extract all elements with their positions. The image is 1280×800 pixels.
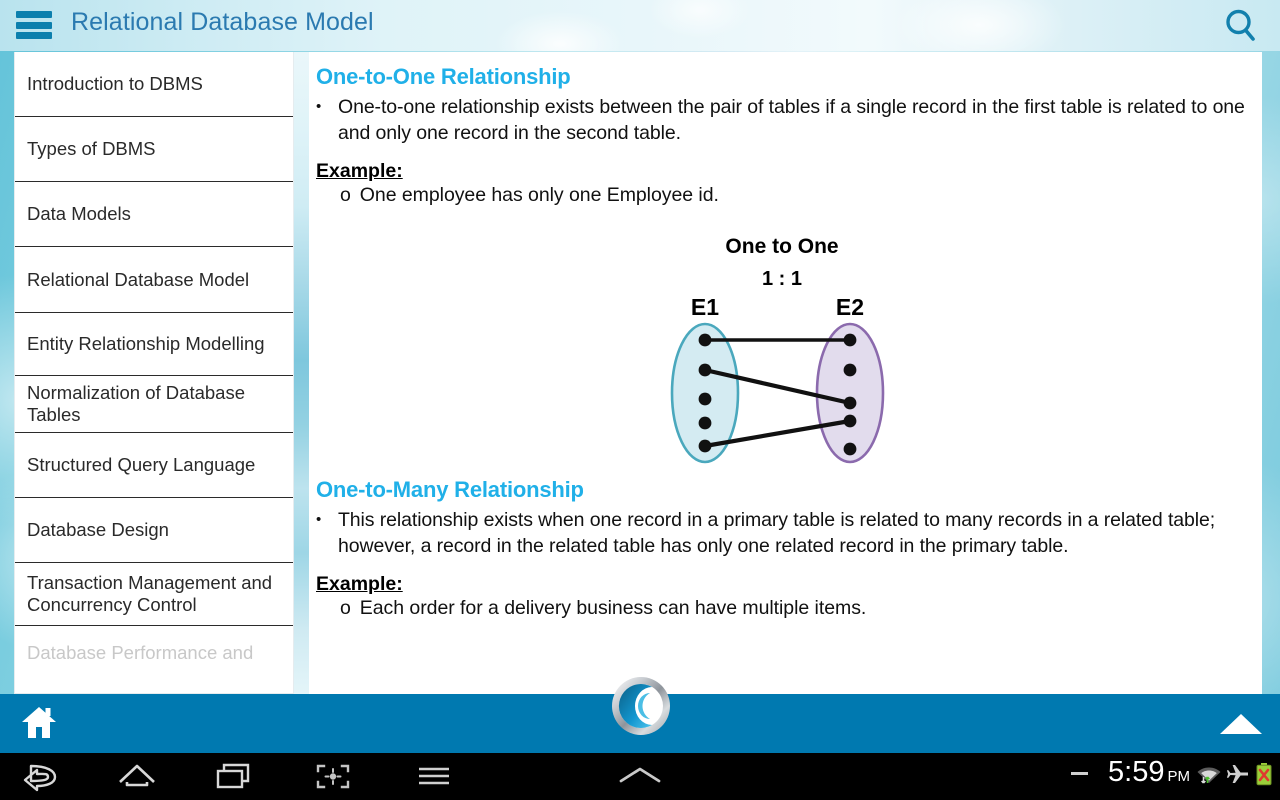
entity-e2-dot: [843, 442, 857, 456]
section-title-one-to-many: One-to-Many Relationship: [316, 476, 584, 502]
bullet-dot-icon: •: [316, 510, 322, 528]
hamburger-bar: [16, 11, 52, 18]
clock-time: 5:59: [1108, 756, 1165, 788]
sidebar-item-label: Types of DBMS: [27, 138, 156, 160]
hamburger-bar: [16, 32, 52, 39]
minus-icon: [1071, 772, 1088, 775]
entity-e1-dot: [698, 363, 712, 377]
sidebar-item-transaction-management-and-concurrency-control[interactable]: Transaction Management and Concurrency C…: [15, 563, 293, 626]
entity-e1-dot: [698, 333, 712, 347]
panel-divider: [294, 52, 309, 694]
home-icon[interactable]: [20, 705, 58, 740]
entity-e2-dot: [843, 363, 857, 377]
sidebar-item-label: Relational Database Model: [27, 268, 250, 290]
status-clock: 5:59 PM: [1108, 756, 1190, 789]
wifi-signal-icon: [1197, 767, 1221, 784]
app-header: Relational Database Model: [0, 0, 1280, 51]
sidebar-item-database-design[interactable]: Database Design: [15, 498, 293, 563]
section-bullet-one-to-many: • This relationship exists when one reco…: [316, 508, 1248, 560]
home-outline-icon[interactable]: [114, 758, 160, 793]
example-marker-icon: o: [340, 596, 351, 619]
sidebar-item-types-of-dbms[interactable]: Types of DBMS: [15, 117, 293, 182]
sidebar-item-normalization-of-database-tables[interactable]: Normalization of Database Tables: [15, 376, 293, 433]
hamburger-icon[interactable]: [16, 11, 52, 39]
airplane-mode-icon: [1226, 765, 1248, 783]
section-bullet-one-to-one: • One-to-one relationship exists between…: [316, 95, 1248, 147]
android-navigation-bar: 5:59 PM: [0, 751, 1280, 800]
sidebar-item-label: Database Design: [27, 519, 169, 541]
battery-error-icon: [1256, 763, 1272, 786]
entity-e1-dot: [698, 439, 712, 453]
diagram-ratio: 1 : 1: [762, 268, 802, 290]
sidebar-menu[interactable]: Introduction to DBMS Types of DBMS Data …: [14, 52, 294, 694]
example-item-one-to-many: o Each order for a delivery business can …: [340, 597, 1248, 620]
one-to-one-diagram: One to One 1 : 1 E1 E2: [316, 223, 1248, 473]
diagram-right-label: E2: [836, 294, 864, 320]
sidebar-item-label: Data Models: [27, 203, 131, 225]
example-label-one-to-many: Example:: [316, 572, 403, 595]
diagram-title: One to One: [725, 235, 838, 258]
sidebar-item-label: Normalization of Database Tables: [27, 382, 245, 425]
sidebar-item-label: Entity Relationship Modelling: [27, 333, 265, 355]
diagram-left-label: E1: [691, 294, 719, 320]
entity-e1-dot: [698, 392, 712, 406]
app-root: Relational Database Model Introduction t…: [0, 0, 1280, 800]
entity-e1-dot: [698, 416, 712, 430]
sidebar-item-structured-query-language[interactable]: Structured Query Language: [15, 433, 293, 498]
back-arrow-icon[interactable]: [17, 758, 63, 793]
bullet-text: This relationship exists when one record…: [338, 508, 1216, 557]
sidebar-item-label: Introduction to DBMS: [27, 73, 203, 95]
chevron-up-icon[interactable]: [615, 763, 665, 787]
brand-logo-icon[interactable]: [611, 676, 671, 736]
sidebar-item-introduction-to-dbms[interactable]: Introduction to DBMS: [15, 52, 293, 117]
page-title: Relational Database Model: [71, 8, 374, 36]
hamburger-bar: [16, 21, 52, 29]
entity-e2-dot: [843, 333, 857, 347]
sidebar-item-relational-database-model[interactable]: Relational Database Model: [15, 247, 293, 313]
sidebar-item-data-models[interactable]: Data Models: [15, 182, 293, 247]
sidebar-item-label: Structured Query Language: [27, 454, 256, 476]
section-title-one-to-one: One-to-One Relationship: [316, 64, 571, 89]
example-text: One employee has only one Employee id.: [359, 183, 719, 206]
content-panel: One-to-One Relationship • One-to-one rel…: [309, 52, 1262, 694]
bullet-dot-icon: •: [316, 98, 322, 115]
one-to-one-diagram-svg: One to One 1 : 1 E1 E2: [670, 235, 885, 464]
example-marker-icon: o: [340, 183, 351, 206]
sidebar-item-label: Database Performance and: [27, 641, 254, 663]
status-icon-group: [1196, 762, 1274, 786]
entity-e2-dot: [843, 396, 857, 410]
app-bottom-bar: [0, 677, 1280, 751]
example-text: Each order for a delivery business can h…: [359, 596, 867, 619]
clock-meridiem: PM: [1167, 768, 1191, 785]
screenshot-icon[interactable]: [310, 758, 356, 793]
menu-icon[interactable]: [411, 758, 457, 793]
entity-e2-dot: [843, 414, 857, 428]
recent-apps-icon[interactable]: [212, 758, 258, 793]
example-item-one-to-one: o One employee has only one Employee id.: [340, 184, 1248, 207]
sidebar-item-database-performance[interactable]: Database Performance and: [15, 626, 293, 679]
sidebar-item-entity-relationship-modelling[interactable]: Entity Relationship Modelling: [15, 313, 293, 376]
search-icon[interactable]: [1221, 6, 1261, 46]
sidebar-item-label: Transaction Management and Concurrency C…: [27, 572, 273, 615]
bullet-text: One-to-one relationship exists between t…: [338, 96, 1245, 144]
collapse-up-arrow-icon[interactable]: [1219, 712, 1263, 736]
example-label-one-to-one: Example:: [316, 159, 403, 182]
